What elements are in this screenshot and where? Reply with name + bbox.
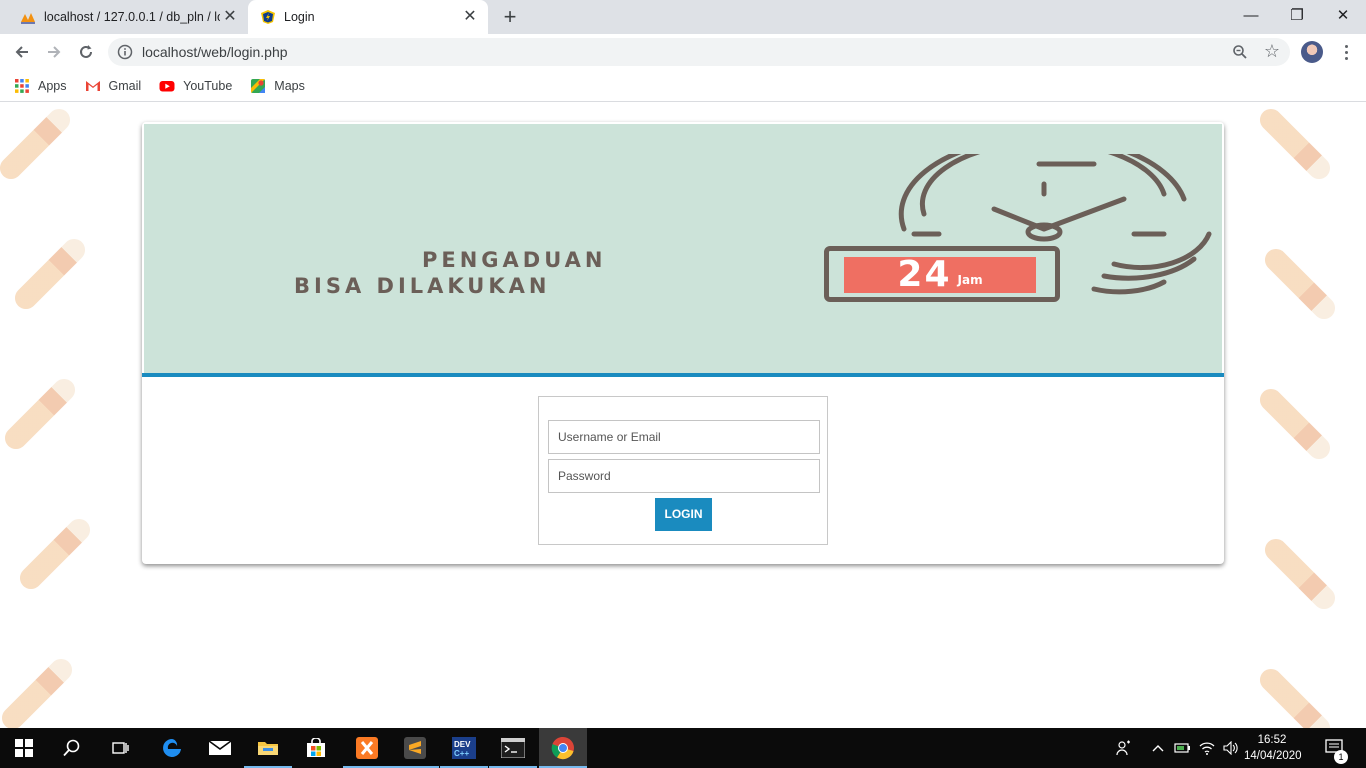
banner-line-2: BISA DILAKUKAN xyxy=(294,274,551,298)
arrow-right-icon xyxy=(48,46,61,58)
apps-grid-icon xyxy=(15,78,29,93)
close-icon[interactable]: ✕ xyxy=(220,7,240,27)
background-pattern xyxy=(1255,664,1335,728)
info-icon[interactable] xyxy=(117,44,133,60)
url-text: localhost/web/login.php xyxy=(142,44,288,60)
forward-button[interactable] xyxy=(40,38,68,66)
login-card: PENGADUAN BISA DILAKUKAN 24 Jam Username… xyxy=(142,122,1224,564)
background-pattern xyxy=(1260,244,1340,324)
badge-24-jam: 24 Jam xyxy=(844,257,1036,293)
windows-start-icon[interactable] xyxy=(0,728,48,768)
maps-icon xyxy=(251,78,266,93)
zoom-icon[interactable] xyxy=(1232,44,1248,60)
sublime-text-icon[interactable] xyxy=(391,728,439,768)
terminal-icon[interactable] xyxy=(489,728,537,768)
restore-button[interactable]: ❐ xyxy=(1274,0,1320,30)
reload-icon xyxy=(80,45,92,58)
mail-icon[interactable] xyxy=(196,728,244,768)
chevron-up-icon[interactable] xyxy=(1148,728,1168,768)
background-pattern xyxy=(1255,104,1335,184)
back-button[interactable] xyxy=(8,38,36,66)
wifi-icon[interactable] xyxy=(1196,728,1218,768)
password-input[interactable]: Password xyxy=(548,459,820,493)
dev-cpp-icon[interactable]: DEV C++ xyxy=(440,728,488,768)
bookmark-label: Maps xyxy=(274,78,305,93)
taskbar-clock[interactable]: 16:52 14/04/2020 xyxy=(1244,732,1302,764)
profile-avatar[interactable] xyxy=(1301,41,1323,63)
badge-number: 24 xyxy=(897,254,952,295)
tab-title: localhost / 127.0.0.1 / db_pln / lo xyxy=(44,10,220,24)
bookmark-apps[interactable]: Apps xyxy=(14,78,67,94)
bookmark-maps[interactable]: Maps xyxy=(250,78,305,94)
bookmark-label: Apps xyxy=(38,78,67,93)
login-button[interactable]: LOGIN xyxy=(655,498,712,531)
background-pattern xyxy=(0,654,77,728)
phpmyadmin-icon xyxy=(21,13,35,24)
xampp-icon[interactable] xyxy=(343,728,391,768)
tab-phpmyadmin[interactable]: localhost / 127.0.0.1 / db_pln / lo ✕ xyxy=(8,0,248,34)
background-pattern xyxy=(0,374,80,454)
new-tab-button[interactable]: + xyxy=(498,5,522,29)
people-icon[interactable] xyxy=(1112,728,1136,768)
banner-line-1: PENGADUAN xyxy=(422,248,607,272)
page-background: PENGADUAN BISA DILAKUKAN 24 Jam Username… xyxy=(0,103,1366,728)
notification-badge: 1 xyxy=(1334,750,1348,764)
volume-icon[interactable] xyxy=(1220,728,1242,768)
task-view-icon[interactable] xyxy=(96,728,144,768)
tab-login[interactable]: Login ✕ xyxy=(248,0,488,34)
store-icon[interactable] xyxy=(292,728,340,768)
background-pattern xyxy=(1260,534,1340,614)
edge-icon[interactable] xyxy=(148,728,196,768)
minimize-button[interactable]: — xyxy=(1228,0,1274,30)
banner-divider xyxy=(142,373,1224,377)
background-pattern xyxy=(1255,384,1335,464)
battery-icon[interactable] xyxy=(1172,728,1194,768)
action-center-button[interactable]: 1 xyxy=(1320,728,1350,768)
background-pattern xyxy=(15,514,95,594)
address-bar[interactable]: localhost/web/login.php ☆ xyxy=(108,38,1290,66)
file-explorer-icon[interactable] xyxy=(244,728,292,768)
header-banner: PENGADUAN BISA DILAKUKAN 24 Jam xyxy=(144,124,1222,374)
background-pattern xyxy=(0,104,75,184)
clock-time: 16:52 xyxy=(1257,734,1287,746)
svg-text:DEV: DEV xyxy=(454,740,471,749)
chrome-icon[interactable] xyxy=(539,728,587,768)
bookmark-star-icon[interactable]: ☆ xyxy=(1264,42,1280,60)
arrow-left-icon xyxy=(15,46,28,58)
search-icon[interactable] xyxy=(48,728,96,768)
svg-text:C++: C++ xyxy=(454,749,469,758)
reload-button[interactable] xyxy=(72,38,100,66)
tab-strip: localhost / 127.0.0.1 / db_pln / lo ✕ Lo… xyxy=(0,0,1366,34)
tab-title: Login xyxy=(284,10,315,24)
browser-menu-button[interactable] xyxy=(1336,42,1356,62)
browser-toolbar: localhost/web/login.php ☆ xyxy=(0,34,1366,70)
youtube-icon xyxy=(159,80,175,91)
clock-date: 14/04/2020 xyxy=(1244,750,1302,762)
close-icon[interactable]: ✕ xyxy=(460,7,480,27)
background-pattern xyxy=(10,234,90,314)
login-form: Username or Email Password LOGIN xyxy=(538,396,828,545)
badge-unit: Jam xyxy=(957,273,983,287)
bookmark-label: YouTube xyxy=(183,78,233,93)
badge-frame: 24 Jam xyxy=(824,246,1060,302)
bookmarks-bar: Apps Gmail YouTube Maps xyxy=(0,70,1366,102)
close-window-button[interactable]: ✕ xyxy=(1320,0,1366,30)
username-input[interactable]: Username or Email xyxy=(548,420,820,454)
windows-taskbar: DEV C++ 16:52 14/04/2020 1 xyxy=(0,728,1366,768)
bookmark-label: Gmail xyxy=(108,78,142,93)
gmail-icon xyxy=(85,80,100,91)
bookmark-gmail[interactable]: Gmail xyxy=(85,78,142,94)
pln-logo-icon xyxy=(261,10,275,24)
bookmark-youtube[interactable]: YouTube xyxy=(159,78,232,94)
